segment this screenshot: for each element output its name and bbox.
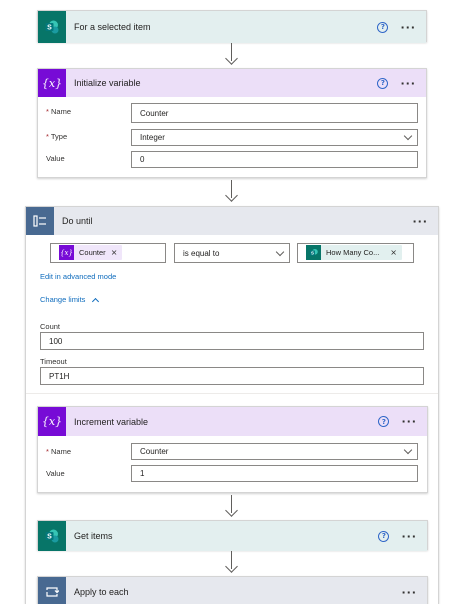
chevron-down-icon: [403, 131, 413, 141]
connector-arrow: [225, 551, 238, 573]
counter-token-label: Counter: [79, 248, 106, 257]
type-label: * Type: [46, 132, 67, 141]
required-marker: *: [46, 132, 49, 141]
increment-value-input[interactable]: 1: [131, 465, 418, 482]
increment-variable-card[interactable]: {x} Increment variable ? ··· * Name Coun…: [37, 406, 428, 493]
variable-type-value: Integer: [140, 133, 165, 142]
change-limits-link[interactable]: Change limits: [40, 295, 85, 304]
timeout-input[interactable]: PT1H: [40, 367, 424, 385]
apply-to-each-card[interactable]: Apply to each ···: [37, 576, 428, 604]
do-until-header[interactable]: Do until ···: [26, 207, 438, 235]
count-value: 100: [49, 336, 63, 346]
trigger-card[interactable]: S For a selected item ? ···: [37, 10, 427, 43]
variable-value-input[interactable]: 0: [131, 151, 418, 168]
condition-operator-dropdown[interactable]: is equal to: [174, 243, 290, 263]
trigger-header[interactable]: S For a selected item ? ···: [38, 11, 426, 43]
get-items-header[interactable]: S Get items ? ···: [38, 521, 427, 551]
initialize-variable-card[interactable]: {x} Initialize variable ? ··· * Name Cou…: [37, 68, 427, 178]
more-options-icon[interactable]: ···: [400, 21, 416, 34]
apply-to-each-header[interactable]: Apply to each ···: [38, 577, 427, 604]
svg-text:S: S: [47, 25, 52, 32]
initialize-variable-title: Initialize variable: [74, 78, 141, 88]
count-label: Count: [40, 322, 61, 331]
help-icon[interactable]: ?: [378, 530, 390, 542]
more-options-icon[interactable]: ···: [412, 215, 428, 228]
initialize-variable-header[interactable]: {x} Initialize variable ? ···: [38, 69, 426, 97]
chevron-up-icon[interactable]: [91, 297, 100, 306]
increment-variable-header[interactable]: {x} Increment variable ? ···: [38, 407, 427, 436]
count-input[interactable]: 100: [40, 332, 424, 350]
value-label: Value: [46, 154, 65, 163]
chevron-down-icon: [275, 247, 285, 257]
help-icon[interactable]: ?: [377, 21, 389, 33]
sharepoint-icon: S: [38, 11, 66, 43]
required-marker: *: [46, 107, 49, 116]
help-icon[interactable]: ?: [377, 77, 389, 89]
connector-arrow: [225, 43, 238, 65]
get-items-card[interactable]: S Get items ? ···: [37, 520, 428, 551]
sharepoint-icon: S: [306, 245, 321, 260]
increment-name-value: Counter: [140, 447, 169, 456]
increment-name-dropdown[interactable]: Counter: [131, 443, 418, 460]
loop-icon: [38, 577, 66, 604]
name-label: * Name: [46, 107, 71, 116]
how-many-token-label: How Many Co...: [326, 248, 380, 257]
connector-arrow: [225, 495, 238, 517]
trigger-title: For a selected item: [74, 22, 151, 32]
more-options-icon[interactable]: ···: [401, 415, 417, 428]
svg-text:S: S: [310, 250, 313, 255]
limits-divider: [26, 393, 438, 394]
remove-token-icon[interactable]: ×: [390, 248, 402, 257]
get-items-title: Get items: [74, 531, 113, 541]
help-icon[interactable]: ?: [378, 416, 390, 427]
loop-icon: [26, 207, 54, 235]
required-marker: *: [46, 447, 49, 456]
variable-value-text: 0: [140, 155, 145, 164]
how-many-token[interactable]: S How Many Co... ×: [306, 245, 402, 260]
edit-advanced-mode-link[interactable]: Edit in advanced mode: [40, 272, 116, 281]
svg-text:S: S: [47, 534, 52, 541]
more-options-icon[interactable]: ···: [401, 530, 417, 543]
condition-operator-value: is equal to: [183, 248, 220, 258]
remove-token-icon[interactable]: ×: [111, 248, 123, 257]
apply-to-each-title: Apply to each: [74, 587, 129, 597]
timeout-value: PT1H: [49, 371, 70, 381]
sharepoint-icon: S: [38, 521, 66, 551]
more-options-icon[interactable]: ···: [400, 77, 416, 90]
variable-type-dropdown[interactable]: Integer: [131, 129, 418, 146]
increment-value-text: 1: [140, 469, 145, 478]
name-label-text: Name: [51, 447, 72, 456]
variable-icon: {x}: [59, 245, 74, 260]
variable-name-input[interactable]: Counter: [131, 103, 418, 123]
timeout-label: Timeout: [40, 357, 67, 366]
name-label-text: Name: [51, 107, 72, 116]
do-until-card[interactable]: Do until ··· {x} Counter × is equal to S…: [25, 206, 439, 604]
chevron-down-icon: [403, 445, 413, 455]
variable-icon: {x}: [38, 407, 66, 436]
counter-token[interactable]: {x} Counter ×: [59, 245, 123, 260]
do-until-title: Do until: [62, 216, 93, 226]
variable-name-value: Counter: [140, 108, 169, 118]
type-label-text: Type: [50, 132, 68, 141]
value-label: Value: [46, 469, 65, 478]
variable-icon: {x}: [38, 69, 66, 97]
connector-arrow: [225, 180, 238, 202]
more-options-icon[interactable]: ···: [401, 586, 417, 599]
increment-variable-title: Increment variable: [74, 416, 149, 427]
name-label: * Name: [46, 447, 71, 456]
